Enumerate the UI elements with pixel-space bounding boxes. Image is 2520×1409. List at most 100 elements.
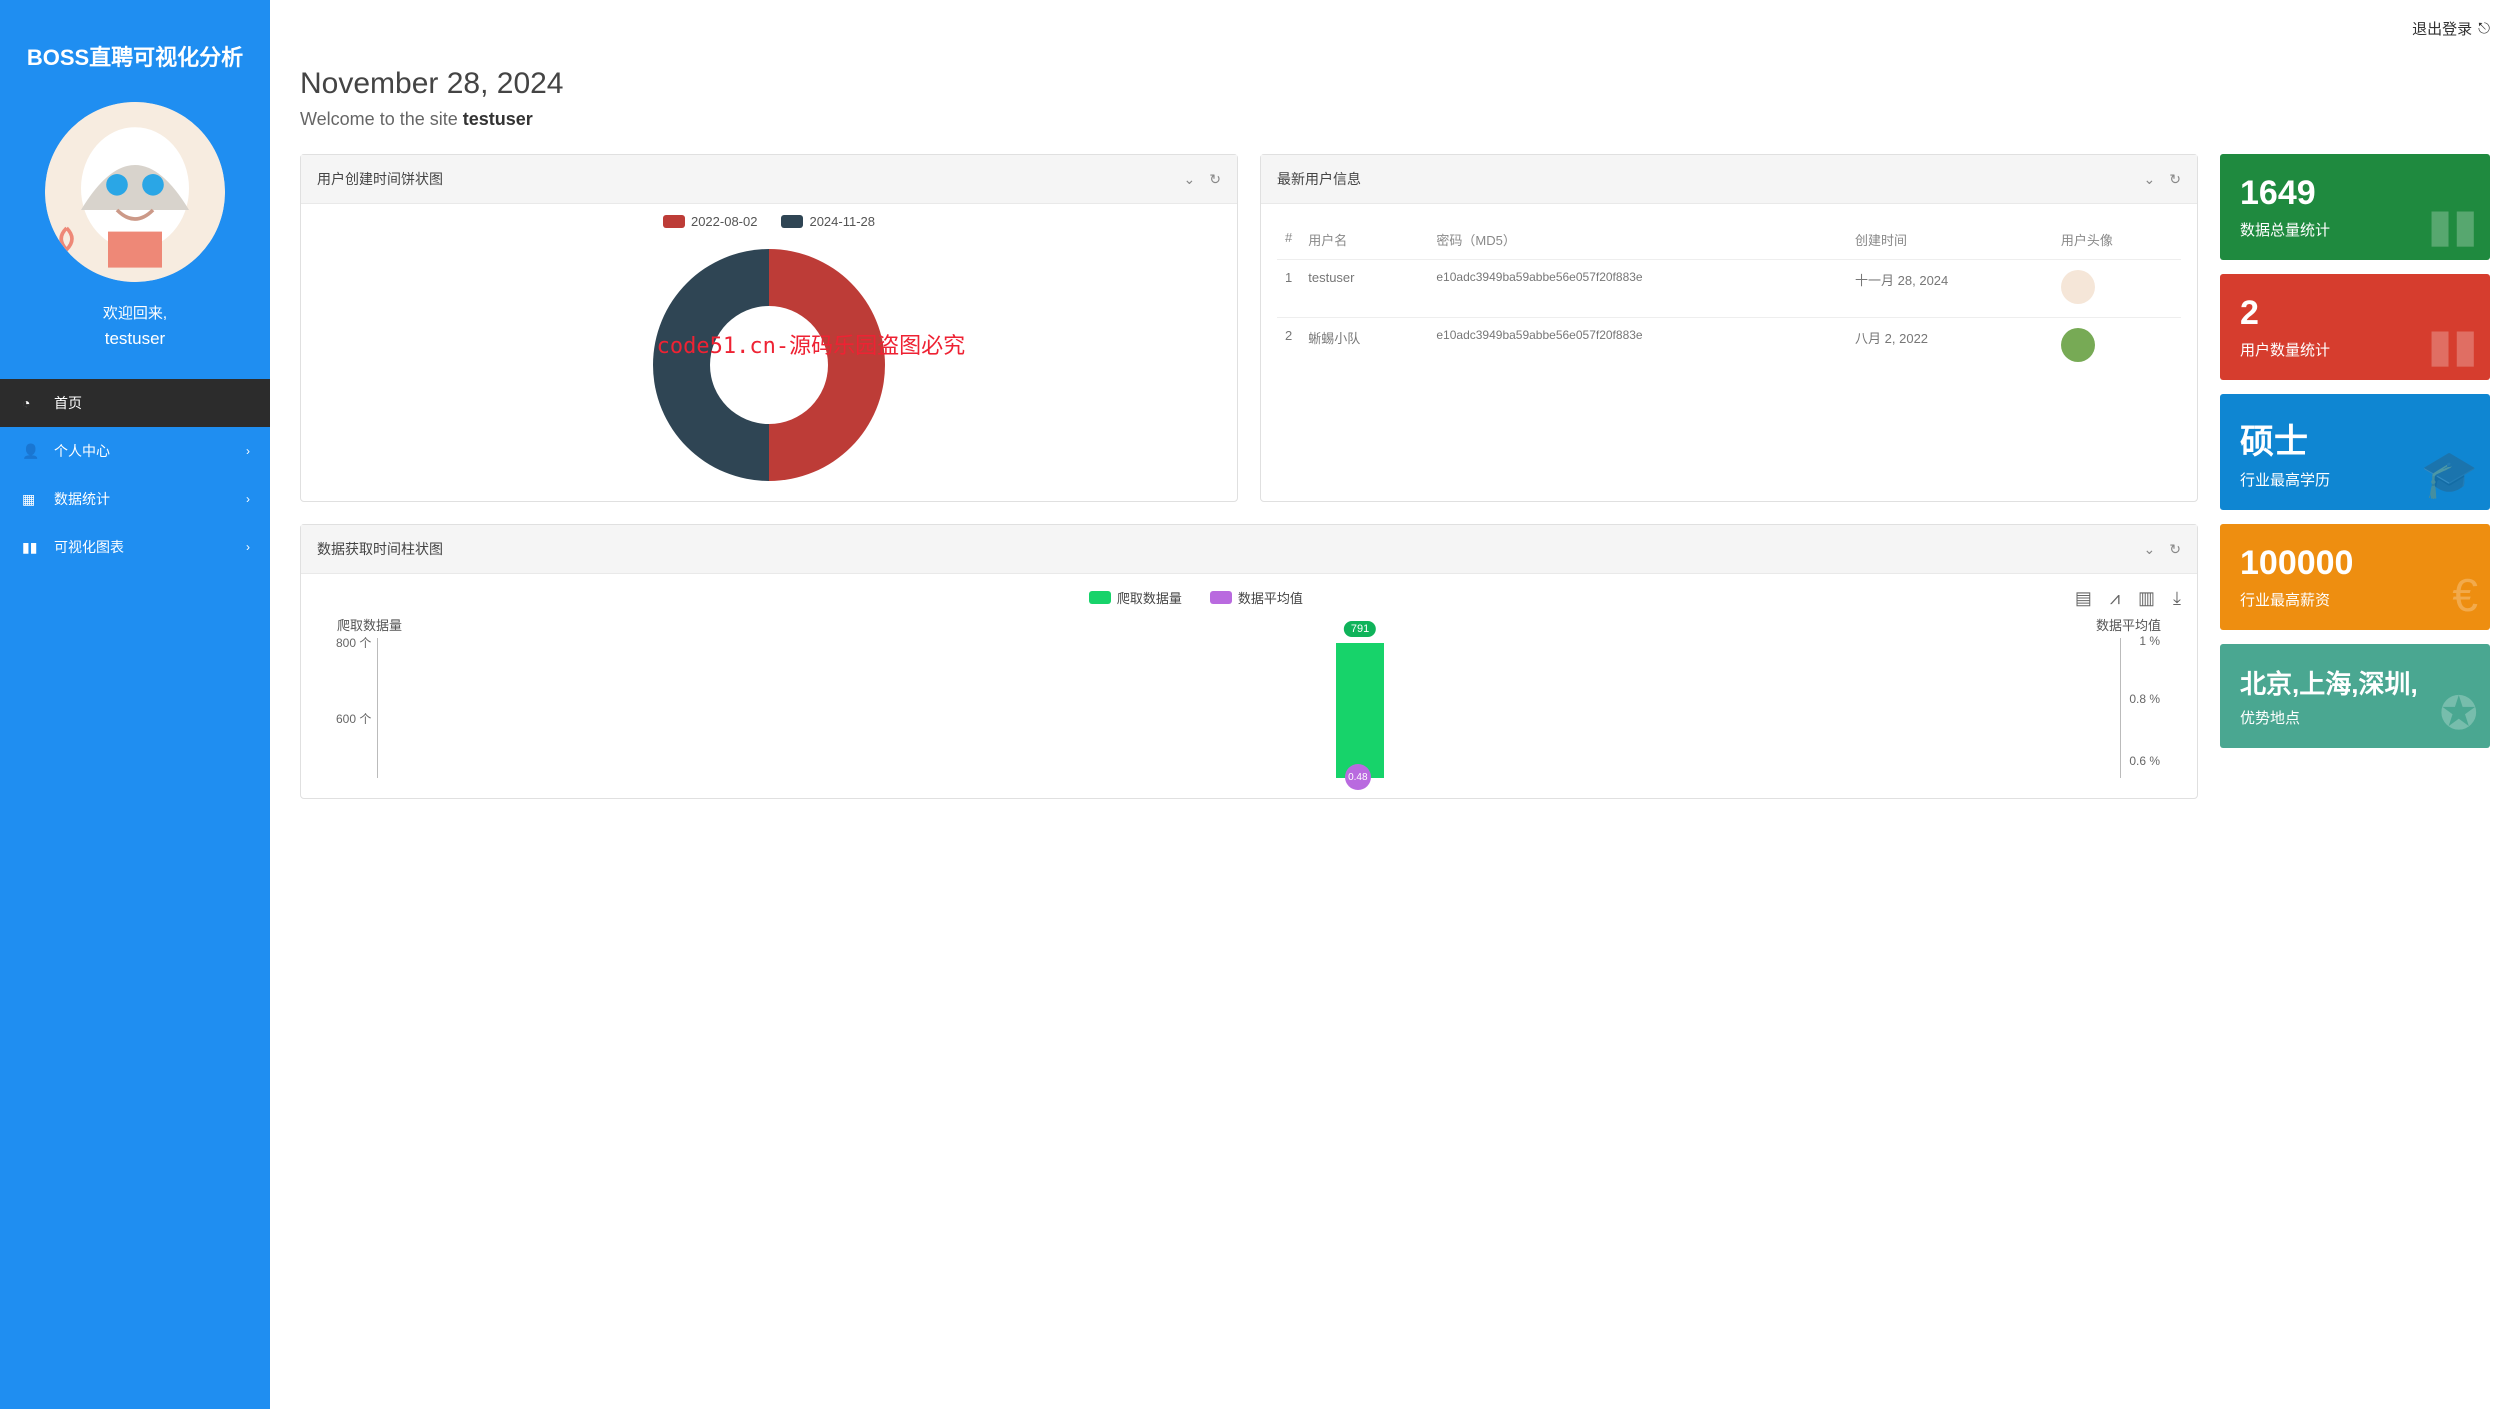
chevron-right-icon: › — [246, 540, 250, 554]
col-idx: # — [1277, 220, 1300, 260]
cell-time: 十一月 28, 2024 — [1847, 260, 2053, 318]
col-user: 用户名 — [1300, 220, 1428, 260]
nav-charts[interactable]: ▮▮ 可视化图表 › — [0, 523, 270, 571]
cell-time: 八月 2, 2022 — [1847, 318, 2053, 376]
globe-icon: ✪ — [2439, 686, 2478, 740]
swatch-icon — [781, 215, 803, 228]
users-card: 最新用户信息 ⌄ ↻ # 用户名 密码（MD5） — [1260, 154, 2198, 502]
bar-plot: 800 个 600 个 1 % 0.8 % 0.6 % 791 0.48 — [377, 638, 2121, 778]
ytick-right: 0.8 % — [2129, 692, 2160, 706]
legend-label: 数据平均值 — [1238, 588, 1303, 607]
refresh-icon[interactable]: ↻ — [2169, 171, 2181, 188]
stat-total[interactable]: 1649 数据总量统计 ▮▮ — [2220, 154, 2490, 260]
topbar: 退出登录 ⎋ — [270, 0, 2520, 57]
users-table: # 用户名 密码（MD5） 创建时间 用户头像 1 testuser — [1277, 220, 2181, 375]
refresh-icon[interactable]: ↻ — [1209, 171, 1221, 188]
legend-item[interactable]: 数据平均值 — [1210, 588, 1303, 607]
stat-location[interactable]: 北京,上海,深圳, 优势地点 ✪ — [2220, 644, 2490, 748]
avatar-icon — [2061, 270, 2095, 304]
logout-button[interactable]: 退出登录 ⎋ — [2412, 18, 2490, 39]
nav-label: 个人中心 — [54, 441, 110, 461]
username-label: testuser — [20, 329, 250, 349]
logout-label: 退出登录 — [2412, 18, 2472, 39]
refresh-icon[interactable]: ↻ — [2169, 541, 2181, 558]
donut-chart — [653, 249, 885, 481]
legend-label: 2024-11-28 — [809, 214, 875, 229]
stat-label: 优势地点 — [2240, 707, 2470, 728]
swatch-icon — [1210, 591, 1232, 604]
collapse-icon[interactable]: ⌄ — [2144, 541, 2156, 558]
download-icon[interactable]: ⤓ — [2173, 588, 2181, 609]
sidebar: BOSS直聘可视化分析 欢迎回来, testuser ◔ 首页 👤 个人中心 ›… — [0, 0, 270, 1409]
legend-item[interactable]: 爬取数据量 — [1089, 588, 1182, 607]
cell-user: testuser — [1300, 260, 1428, 318]
profile-block: 欢迎回来, testuser — [0, 102, 270, 379]
legend-item[interactable]: 2022-08-02 — [663, 214, 758, 229]
collapse-icon[interactable]: ⌄ — [2144, 171, 2156, 188]
ytick-right: 0.6 % — [2129, 754, 2160, 768]
axis-right-title: 数据平均值 — [2096, 615, 2161, 634]
main: 退出登录 ⎋ November 28, 2024 Welcome to the … — [270, 0, 2520, 1409]
stat-users[interactable]: 2 用户数量统计 ▮▮ — [2220, 274, 2490, 380]
brand-title: BOSS直聘可视化分析 — [0, 0, 270, 102]
cell-pwd: e10adc3949ba59abbe56e057f20f883e — [1428, 318, 1847, 376]
ytick-left: 600 个 — [336, 710, 371, 727]
nav-label: 可视化图表 — [54, 537, 124, 557]
page-header: November 28, 2024 Welcome to the site te… — [270, 57, 2520, 154]
data-view-icon[interactable]: ▤ — [2075, 588, 2092, 609]
nav-stats[interactable]: ▦ 数据统计 › — [0, 475, 270, 523]
logout-icon: ⎋ — [2478, 20, 2490, 37]
swatch-icon — [1089, 591, 1111, 604]
subtitle-prefix: Welcome to the site — [300, 109, 463, 129]
table-row: 1 testuser e10adc3949ba59abbe56e057f20f8… — [1277, 260, 2181, 318]
nav: ◔ 首页 👤 个人中心 › ▦ 数据统计 › ▮▮ 可视化图表 › — [0, 379, 270, 571]
col-time: 创建时间 — [1847, 220, 2053, 260]
stat-degree[interactable]: 硕士 行业最高学历 🎓 — [2220, 394, 2490, 510]
page-date: November 28, 2024 — [300, 67, 2490, 101]
col-pwd: 密码（MD5） — [1428, 220, 1847, 260]
stat-salary[interactable]: 100000 行业最高薪资 € — [2220, 524, 2490, 630]
bar-legend: 爬取数据量 数据平均值 — [317, 588, 2075, 607]
subtitle-user: testuser — [463, 109, 533, 129]
cell-idx: 2 — [1277, 318, 1300, 376]
stat-value: 北京,上海,深圳, — [2240, 664, 2470, 701]
nav-label: 数据统计 — [54, 489, 110, 509]
legend-item[interactable]: 2024-11-28 — [781, 214, 875, 229]
cell-avatar — [2053, 318, 2181, 376]
line-icon[interactable]: ⩘ — [2110, 588, 2120, 609]
avatar — [45, 102, 225, 282]
donut-legend: 2022-08-02 2024-11-28 — [663, 214, 875, 229]
bars-icon: ▮▮ — [22, 539, 40, 556]
ytick-left: 800 个 — [336, 634, 371, 651]
chevron-right-icon: › — [246, 492, 250, 506]
graduation-icon: 🎓 — [2421, 447, 2478, 502]
avatar-icon — [2061, 328, 2095, 362]
nav-personal[interactable]: 👤 个人中心 › — [0, 427, 270, 475]
bars-icon: ▮▮ — [2427, 198, 2478, 252]
nav-home[interactable]: ◔ 首页 — [0, 379, 270, 427]
bar: 791 — [1336, 643, 1384, 778]
stat-label: 行业最高薪资 — [2240, 589, 2470, 610]
bars-icon: ▮▮ — [2427, 318, 2478, 372]
cell-pwd: e10adc3949ba59abbe56e057f20f883e — [1428, 260, 1847, 318]
ytick-right: 1 % — [2139, 634, 2160, 648]
welcome-label: 欢迎回来, — [20, 302, 250, 323]
legend-label: 爬取数据量 — [1117, 588, 1182, 607]
card-title: 用户创建时间饼状图 — [317, 169, 443, 189]
card-title: 数据获取时间柱状图 — [317, 539, 443, 559]
cell-user: 蜥蜴小队 — [1300, 318, 1428, 376]
grid-icon: ▦ — [22, 491, 40, 508]
col-avatar: 用户头像 — [2053, 220, 2181, 260]
bar-icon[interactable]: ▥ — [2138, 588, 2155, 609]
axis-left-title: 爬取数据量 — [337, 615, 402, 634]
avg-dot: 0.48 — [1345, 764, 1371, 790]
card-title: 最新用户信息 — [1277, 169, 1361, 189]
dashboard-icon: ◔ — [22, 395, 40, 411]
table-row: 2 蜥蜴小队 e10adc3949ba59abbe56e057f20f883e … — [1277, 318, 2181, 376]
swatch-icon — [663, 215, 685, 228]
page-subtitle: Welcome to the site testuser — [300, 109, 2490, 130]
stats-column: 1649 数据总量统计 ▮▮ 2 用户数量统计 ▮▮ 硕士 行业最高学历 🎓 1… — [2220, 154, 2490, 748]
bar-value-pill: 791 — [1344, 621, 1376, 637]
collapse-icon[interactable]: ⌄ — [1184, 171, 1196, 188]
cell-avatar — [2053, 260, 2181, 318]
